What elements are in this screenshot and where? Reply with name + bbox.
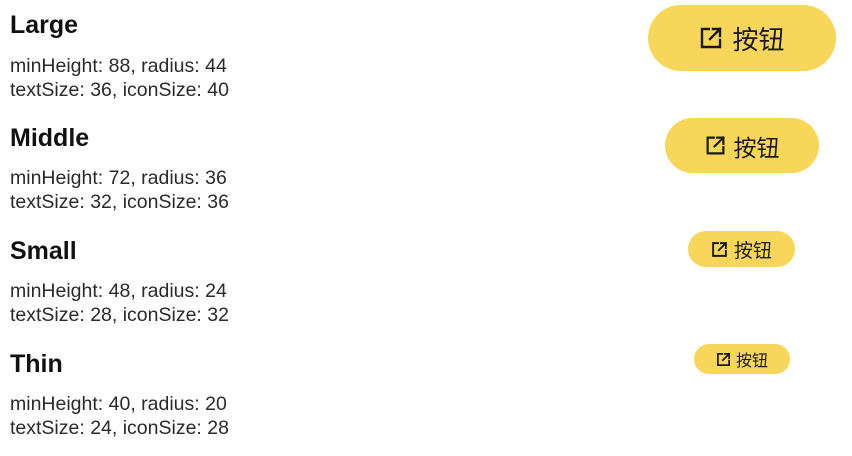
- button-label: 按钮: [733, 135, 780, 162]
- variant-title: Middle: [10, 124, 90, 152]
- small-button[interactable]: 按钮: [688, 231, 795, 267]
- variant-spec-size: minHeight: 40, radius: 20: [10, 393, 227, 415]
- variant-spec-size: minHeight: 48, radius: 24: [10, 280, 227, 302]
- variant-spec-text: textSize: 24, iconSize: 28: [10, 417, 229, 439]
- open-external-icon: [699, 26, 723, 50]
- variant-spec-text: textSize: 32, iconSize: 36: [10, 191, 229, 213]
- variant-spec-text: textSize: 36, iconSize: 40: [10, 79, 229, 101]
- variant-spec-text: textSize: 28, iconSize: 32: [10, 304, 229, 326]
- open-external-icon: [705, 135, 726, 156]
- open-external-icon: [716, 352, 731, 367]
- button-label: 按钮: [735, 351, 768, 370]
- thin-button[interactable]: 按钮: [694, 344, 790, 374]
- variant-title: Small: [10, 237, 77, 265]
- variant-title: Thin: [10, 350, 63, 378]
- open-external-icon: [711, 241, 728, 258]
- large-button[interactable]: 按钮: [648, 5, 836, 71]
- variant-title: Large: [10, 11, 79, 39]
- middle-button[interactable]: 按钮: [665, 118, 819, 173]
- button-label: 按钮: [732, 25, 785, 56]
- variant-spec-size: minHeight: 88, radius: 44: [10, 55, 227, 77]
- button-label: 按钮: [733, 239, 772, 262]
- variant-spec-size: minHeight: 72, radius: 36: [10, 167, 227, 189]
